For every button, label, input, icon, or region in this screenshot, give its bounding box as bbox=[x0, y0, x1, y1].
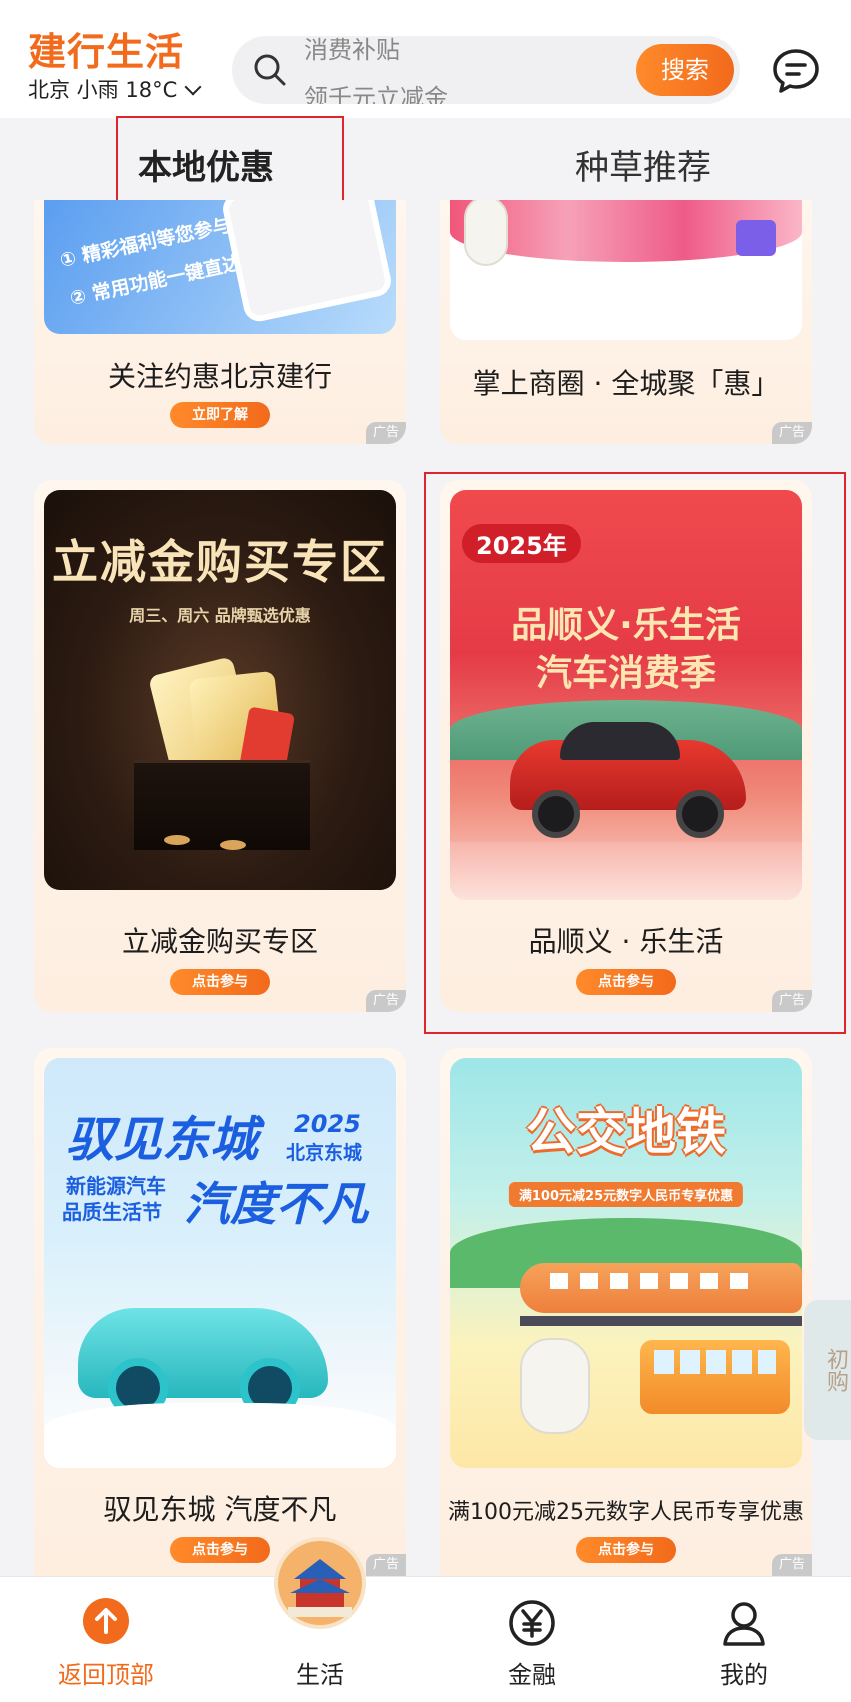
search-bar[interactable]: 消费补贴 领千元立减金 搜索 bbox=[232, 36, 740, 104]
banner-subtitle: 满100元减25元数字人民币专享优惠 bbox=[508, 1182, 744, 1207]
brand-logo: 建行生活 bbox=[28, 30, 185, 74]
promo-card-title: 品顺义 · 乐生活 bbox=[528, 925, 724, 958]
promo-card[interactable]: 立减金购买专区 周三、周六 品牌甄选优惠 立减金购买专区 点击参与 广告 bbox=[34, 480, 406, 1012]
nav-label: 金融 bbox=[508, 1661, 556, 1689]
floating-side-badge[interactable]: 初购 bbox=[804, 1300, 851, 1440]
banner-place: 北京东城 bbox=[286, 1142, 363, 1164]
bottom-navigation: 返回顶部 生活 金融 我的 bbox=[0, 1537, 851, 1702]
tab-local-deals[interactable]: 本地优惠 bbox=[138, 146, 274, 190]
banner-slogan: 汽度不凡 bbox=[184, 1177, 368, 1231]
learn-more-button[interactable]: 立即了解 bbox=[170, 402, 270, 428]
nav-label: 生活 bbox=[296, 1661, 344, 1689]
nav-label: 我的 bbox=[720, 1661, 768, 1689]
chevron-down-icon bbox=[184, 78, 202, 96]
banner-title: 品顺义·乐生活 bbox=[511, 605, 741, 646]
ad-label: 广告 bbox=[366, 422, 406, 444]
promo-card[interactable]: 掌上商圈 · 全城聚「惠」 广告 bbox=[440, 200, 812, 444]
promo-banner-image bbox=[450, 200, 802, 340]
ad-label: 广告 bbox=[772, 990, 812, 1012]
promo-card-title: 掌上商圈 · 全城聚「惠」 bbox=[472, 367, 780, 400]
banner-title: 立减金购买专区 bbox=[52, 535, 388, 589]
search-hint: 领千元立减金 bbox=[304, 84, 448, 104]
promo-card-title: 关注约惠北京建行 bbox=[107, 360, 332, 393]
nav-life[interactable]: 生活 bbox=[240, 1537, 400, 1702]
ad-label: 广告 bbox=[366, 990, 406, 1012]
promo-banner-image: 驭见东城 2025 北京东城 新能源汽车 品质生活节 汽度不凡 bbox=[44, 1058, 396, 1468]
user-icon bbox=[723, 1602, 765, 1646]
ad-label: 广告 bbox=[772, 1554, 812, 1576]
nav-label: 返回顶部 bbox=[58, 1661, 154, 1689]
ad-label: 广告 bbox=[366, 1554, 406, 1576]
banner-year: 2025年 bbox=[462, 524, 581, 563]
nav-back-to-top[interactable]: 返回顶部 bbox=[26, 1577, 186, 1702]
banner-title: 驭见东城 bbox=[66, 1112, 259, 1168]
banner-subtitle: 新能源汽车 bbox=[66, 1174, 166, 1198]
promo-card[interactable]: 驭见东城 2025 北京东城 新能源汽车 品质生活节 汽度不凡 驭见东城 汽度不… bbox=[34, 1048, 406, 1576]
weather-text: 北京 小雨 18°C bbox=[28, 78, 178, 102]
join-button[interactable]: 点击参与 bbox=[170, 1537, 270, 1563]
tab-recommendations[interactable]: 种草推荐 bbox=[575, 146, 711, 190]
nav-me[interactable]: 我的 bbox=[664, 1577, 824, 1702]
message-icon[interactable] bbox=[772, 48, 820, 94]
promo-card-title: 驭见东城 汽度不凡 bbox=[103, 1493, 337, 1526]
join-button[interactable]: 点击参与 bbox=[576, 1537, 676, 1563]
banner-year: 2025 bbox=[294, 1110, 361, 1138]
join-button[interactable]: 点击参与 bbox=[170, 969, 270, 995]
promo-card-title: 立减金购买专区 bbox=[121, 925, 318, 958]
search-button[interactable]: 搜索 bbox=[636, 44, 734, 96]
yuan-icon bbox=[509, 1600, 555, 1646]
promo-card[interactable]: 2025年 品顺义·乐生活 汽车消费季 品顺义 · 乐生活 点击参与 广告 bbox=[440, 480, 812, 1012]
location-weather-selector[interactable]: 北京 小雨 18°C bbox=[28, 76, 202, 104]
promo-banner-image: 公交地铁 满100元减25元数字人民币专享优惠 bbox=[450, 1058, 802, 1468]
promo-banner-image: ① 精彩福利等您参与 ② 常用功能一键直达 bbox=[44, 200, 396, 334]
banner-subtitle: 汽车消费季 bbox=[535, 653, 716, 694]
join-button[interactable]: 点击参与 bbox=[576, 969, 676, 995]
temple-icon bbox=[274, 1537, 366, 1629]
promo-card[interactable]: ① 精彩福利等您参与 ② 常用功能一键直达 关注约惠北京建行 立即了解 广告 bbox=[34, 200, 406, 444]
nav-finance[interactable]: 金融 bbox=[452, 1577, 612, 1702]
banner-title: 公交地铁 bbox=[526, 1103, 726, 1161]
promo-card[interactable]: 公交地铁 满100元减25元数字人民币专享优惠 满100元减25元数字人民币专享… bbox=[440, 1048, 812, 1576]
banner-subtitle: 品质生活节 bbox=[62, 1200, 162, 1224]
promo-banner-image: 立减金购买专区 周三、周六 品牌甄选优惠 bbox=[44, 490, 396, 890]
app-header: 建行生活 北京 小雨 18°C 消费补贴 领千元立减金 搜索 bbox=[0, 0, 851, 118]
promo-card-title: 满100元减25元数字人民币专享优惠 bbox=[448, 1500, 804, 1525]
ad-label: 广告 bbox=[772, 422, 812, 444]
banner-subtitle: 周三、周六 品牌甄选优惠 bbox=[129, 606, 311, 625]
arrow-up-icon bbox=[83, 1598, 129, 1644]
search-hint: 消费补贴 bbox=[304, 36, 400, 64]
search-icon bbox=[254, 54, 286, 86]
promo-banner-image: 2025年 品顺义·乐生活 汽车消费季 bbox=[450, 490, 802, 900]
